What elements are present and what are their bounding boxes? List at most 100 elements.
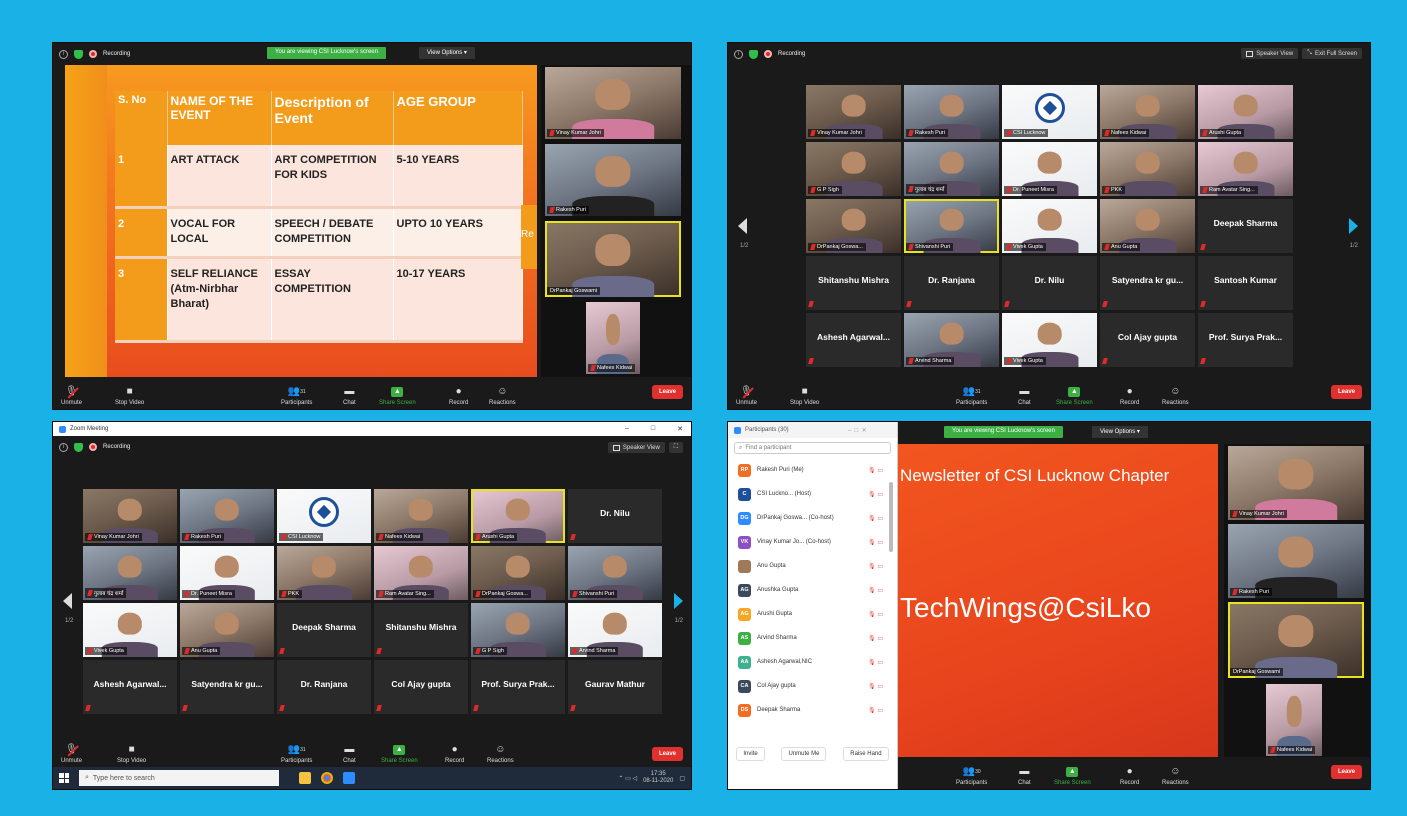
- video-tile[interactable]: Dr. Puneet Misra: [180, 546, 274, 600]
- mic-camera-status-icon[interactable]: 🎙 ▭: [868, 563, 883, 570]
- video-tile[interactable]: Vinay Kumar Johri: [1228, 446, 1364, 520]
- speaker-view-button[interactable]: Speaker View: [1241, 48, 1299, 59]
- video-tile[interactable]: Vivek Gupta: [83, 603, 177, 657]
- video-tile[interactable]: DrPankaj Goswa...: [471, 546, 565, 600]
- video-tile[interactable]: Ashesh Agarwal...: [806, 313, 901, 367]
- clock[interactable]: 17:35 08-11-2020: [643, 771, 673, 785]
- video-tile[interactable]: PKK: [277, 546, 371, 600]
- video-tile[interactable]: Dr. Nilu: [568, 489, 662, 543]
- invite-button[interactable]: Invite: [736, 747, 765, 761]
- speaker-view-button[interactable]: Speaker View: [607, 442, 665, 453]
- window-controls-icon[interactable]: – □ ✕: [848, 427, 867, 434]
- taskbar-search[interactable]: ⌕ Type here to search: [79, 770, 279, 786]
- record-button[interactable]: ● Record: [1120, 387, 1139, 407]
- info-icon[interactable]: i: [734, 49, 743, 59]
- share-screen-button[interactable]: ▲ Share Screen: [381, 745, 418, 764]
- prev-page-arrow[interactable]: [63, 593, 72, 609]
- video-tile[interactable]: Deepak Sharma: [277, 603, 371, 657]
- video-tile[interactable]: Satyendra kr gu...: [180, 660, 274, 714]
- minimize-icon[interactable]: –: [625, 425, 629, 433]
- shield-icon[interactable]: [74, 442, 83, 452]
- participants-button[interactable]: 👥 31 Participants: [956, 387, 987, 407]
- video-tile[interactable]: CSI Lucknow: [1002, 85, 1097, 139]
- video-tile[interactable]: G P Sigh: [806, 142, 901, 196]
- video-tile[interactable]: Dr. Ranjana: [277, 660, 371, 714]
- unmute-button[interactable]: 🎙 Unmute: [61, 387, 82, 407]
- shield-icon[interactable]: [749, 49, 758, 59]
- video-tile[interactable]: Nafees Kidwai: [374, 489, 468, 543]
- stop-video-button[interactable]: ■ Stop Video: [115, 387, 144, 407]
- chat-button[interactable]: ▬ Chat: [1018, 767, 1031, 787]
- video-tile[interactable]: Vinay Kumar Johri: [806, 85, 901, 139]
- file-explorer-icon[interactable]: [299, 772, 311, 784]
- video-tile[interactable]: Rakesh Puri: [904, 85, 999, 139]
- video-tile[interactable]: Dr. Nilu: [1002, 256, 1097, 310]
- video-tile[interactable]: Santosh Kumar: [1198, 256, 1293, 310]
- video-tile[interactable]: Rakesh Puri: [1228, 524, 1364, 598]
- shield-icon[interactable]: [74, 49, 83, 59]
- record-button[interactable]: ● Record: [445, 745, 464, 765]
- video-tile[interactable]: Vinay Kumar Johri: [83, 489, 177, 543]
- notification-icon[interactable]: ▢: [679, 775, 685, 782]
- video-tile[interactable]: Nafees Kidwai: [1100, 85, 1195, 139]
- video-tile[interactable]: Shivanshi Puri: [904, 199, 999, 253]
- participant-row[interactable]: Anu Gupta 🎙 ▭: [728, 554, 897, 578]
- video-tile[interactable]: Col Ajay gupta: [1100, 313, 1195, 367]
- next-page-arrow[interactable]: [674, 593, 683, 609]
- zoom-taskbar-icon[interactable]: [343, 772, 355, 784]
- participants-button[interactable]: 👥 30 Participants: [956, 767, 987, 787]
- participant-row[interactable]: C CSI Luckno... (Host) 🎙 ▭: [728, 482, 897, 506]
- video-tile[interactable]: Satyendra kr gu...: [1100, 256, 1195, 310]
- video-tile[interactable]: Dr. Ranjana: [904, 256, 999, 310]
- leave-button[interactable]: Leave: [1330, 765, 1362, 779]
- video-tile[interactable]: Arvind Sharma: [568, 603, 662, 657]
- participant-row[interactable]: CA Col Ajay gupta 🎙 ▭: [728, 674, 897, 698]
- mic-camera-status-icon[interactable]: 🎙 ▭: [868, 635, 883, 642]
- info-icon[interactable]: i: [59, 49, 68, 59]
- video-tile[interactable]: Prof. Surya Prak...: [471, 660, 565, 714]
- reactions-button[interactable]: ☺ Reactions: [1162, 387, 1189, 407]
- video-tile[interactable]: Anu Gupta: [180, 603, 274, 657]
- exit-full-screen-button[interactable]: ⤡ Exit Full Screen: [1302, 48, 1362, 59]
- leave-button[interactable]: Leave: [1330, 385, 1362, 399]
- info-icon[interactable]: i: [59, 442, 68, 452]
- stop-video-button[interactable]: ■ Stop Video: [117, 745, 146, 765]
- video-tile[interactable]: Gaurav Mathur: [568, 660, 662, 714]
- mic-camera-status-icon[interactable]: 🎙 ▭: [868, 659, 883, 666]
- raise-hand-button[interactable]: Raise Hand: [843, 747, 889, 761]
- mic-camera-status-icon[interactable]: 🎙 ▭: [868, 491, 883, 498]
- mic-camera-status-icon[interactable]: 🎙 ▭: [868, 467, 883, 474]
- participant-row[interactable]: AG Anushka Gupta 🎙 ▭: [728, 578, 897, 602]
- video-tile[interactable]: Arushi Gupta: [471, 489, 565, 543]
- maximize-icon[interactable]: □: [651, 425, 655, 433]
- participant-row[interactable]: AG Arushi Gupta 🎙 ▭: [728, 602, 897, 626]
- video-tile[interactable]: Ashesh Agarwal...: [83, 660, 177, 714]
- video-tile[interactable]: Arvind Sharma: [904, 313, 999, 367]
- video-tile[interactable]: Arushi Gupta: [1198, 85, 1293, 139]
- video-tile[interactable]: Nafees Kidwai: [1266, 684, 1322, 756]
- video-tile[interactable]: Vivek Gupta: [1002, 313, 1097, 367]
- video-tile[interactable]: Shivanshi Puri: [568, 546, 662, 600]
- network-icon[interactable]: ⌃ ▭ ◁: [618, 775, 637, 782]
- video-tile[interactable]: Rakesh Puri: [545, 144, 681, 216]
- chrome-icon[interactable]: [321, 772, 333, 784]
- share-screen-button[interactable]: ▲ Share Screen: [379, 387, 416, 406]
- prev-page-arrow[interactable]: [738, 218, 747, 234]
- chat-button[interactable]: ▬ Chat: [343, 387, 356, 407]
- share-screen-button[interactable]: ▲ Share Screen: [1056, 387, 1093, 406]
- video-tile[interactable]: गुलाब चंद्र शर्मा: [83, 546, 177, 600]
- video-tile[interactable]: Nafees Kidwai: [586, 302, 640, 374]
- view-options-button[interactable]: View Options ▾: [1092, 426, 1148, 438]
- find-participant-input[interactable]: ⌕ Find a participant: [734, 442, 891, 454]
- video-tile[interactable]: गुलाब चंद्र शर्मा: [904, 142, 999, 196]
- video-tile[interactable]: Deepak Sharma: [1198, 199, 1293, 253]
- video-tile[interactable]: Vinay Kumar Johri: [545, 67, 681, 139]
- participant-row[interactable]: AS Arvind Sharma 🎙 ▭: [728, 626, 897, 650]
- fullscreen-button[interactable]: ⛶: [668, 442, 683, 453]
- mic-camera-status-icon[interactable]: 🎙 ▭: [868, 587, 883, 594]
- reactions-button[interactable]: ☺ Reactions: [487, 745, 514, 765]
- mic-camera-status-icon[interactable]: 🎙 ▭: [868, 707, 883, 714]
- video-tile[interactable]: DrPankaj Goswa...: [806, 199, 901, 253]
- video-tile[interactable]: Dr. Puneet Misra: [1002, 142, 1097, 196]
- participants-button[interactable]: 👥 31 Participants: [281, 387, 312, 407]
